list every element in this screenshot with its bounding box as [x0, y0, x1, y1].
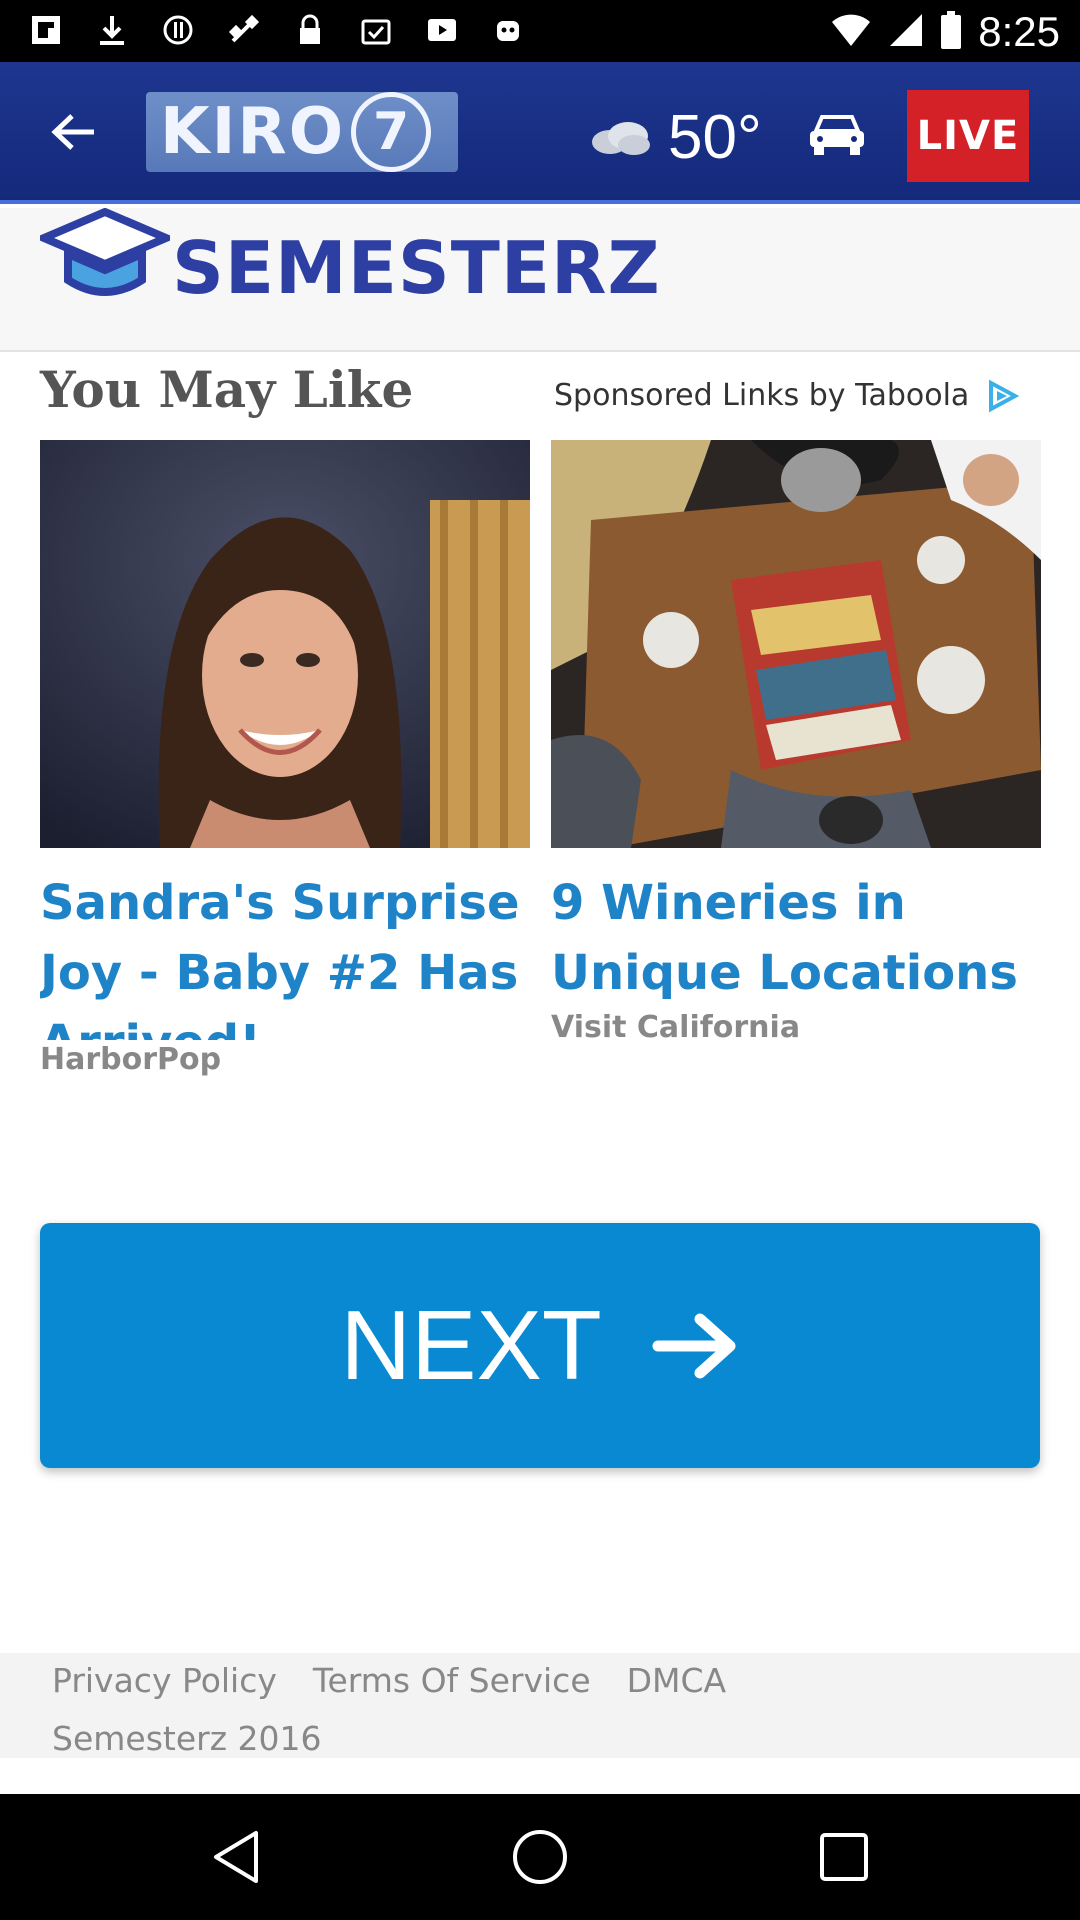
card-source: HarborPop	[40, 1042, 222, 1077]
live-button[interactable]: LIVE	[907, 90, 1029, 182]
status-icons	[26, 10, 528, 50]
footer-links: Privacy Policy Terms Of Service DMCA	[52, 1661, 726, 1700]
privacy-policy-link[interactable]: Privacy Policy	[52, 1661, 277, 1700]
robot-icon	[488, 10, 528, 50]
brand-banner[interactable]: SEMESTERZ	[0, 208, 1080, 352]
circle-icon	[158, 10, 198, 50]
traffic-button[interactable]	[800, 104, 874, 164]
dmca-link[interactable]: DMCA	[627, 1661, 727, 1700]
section-title: You May Like	[40, 360, 414, 419]
square-recents-icon	[820, 1833, 868, 1881]
lock-icon	[290, 10, 330, 50]
weather-temp: 50°	[668, 103, 762, 172]
next-label: NEXT	[340, 1290, 602, 1400]
nav-recents-button[interactable]	[814, 1827, 874, 1887]
weather-widget[interactable]: 50°	[590, 102, 762, 173]
arrow-right-icon	[652, 1313, 736, 1378]
sponsor-text: Sponsored Links by Taboola	[554, 378, 970, 413]
card-title[interactable]: Sandra's Surprise Joy - Baby #2 Has Arri…	[40, 868, 530, 1040]
youtube-icon	[422, 10, 462, 50]
back-button[interactable]	[40, 102, 106, 162]
taboola-play-icon	[989, 379, 1020, 412]
next-button[interactable]: NEXT	[40, 1223, 1040, 1468]
nav-back-button[interactable]	[206, 1827, 266, 1887]
graduation-cap-icon	[40, 208, 170, 296]
battery-icon	[940, 10, 962, 54]
status-right: 8:25	[830, 8, 1060, 56]
card-image[interactable]	[40, 440, 530, 848]
card-image[interactable]	[551, 440, 1041, 848]
card-title[interactable]: 9 Wineries in Unique Locations	[551, 868, 1041, 1008]
signal-icon	[888, 12, 924, 53]
download-icon	[92, 10, 132, 50]
satellite-icon	[224, 10, 264, 50]
brand-name: SEMESTERZ	[172, 226, 661, 310]
nav-home-button[interactable]	[510, 1827, 570, 1887]
terms-of-service-link[interactable]: Terms Of Service	[313, 1661, 591, 1700]
logo-number: 7	[351, 92, 432, 172]
app-bar: KIRO 7 50° LIVE	[0, 62, 1080, 204]
status-bar: 8:25	[0, 0, 1080, 62]
logo-text: KIRO	[160, 95, 346, 169]
circle-home-icon	[513, 1830, 567, 1884]
cloud-icon	[592, 121, 650, 155]
kiro7-logo[interactable]: KIRO 7	[146, 92, 458, 172]
status-time: 8:25	[978, 8, 1060, 55]
card-source: Visit California	[551, 1010, 801, 1045]
car-icon	[810, 115, 864, 155]
clipboard-check-icon	[356, 10, 396, 50]
wifi-icon	[830, 12, 872, 53]
footer: Privacy Policy Terms Of Service DMCA Sem…	[0, 1653, 1080, 1758]
back-arrow-icon	[51, 114, 94, 150]
recommendation-card[interactable]: 9 Wineries in Unique Locations Visit Cal…	[551, 440, 1041, 1045]
footer-copyright: Semesterz 2016	[52, 1719, 322, 1758]
notification-icon	[26, 10, 66, 50]
recommendation-card[interactable]: Sandra's Surprise Joy - Baby #2 Has Arri…	[40, 440, 530, 1077]
triangle-back-icon	[214, 1831, 258, 1883]
sponsored-links[interactable]: Sponsored Links by Taboola	[554, 378, 1020, 413]
navigation-bar	[0, 1794, 1080, 1920]
